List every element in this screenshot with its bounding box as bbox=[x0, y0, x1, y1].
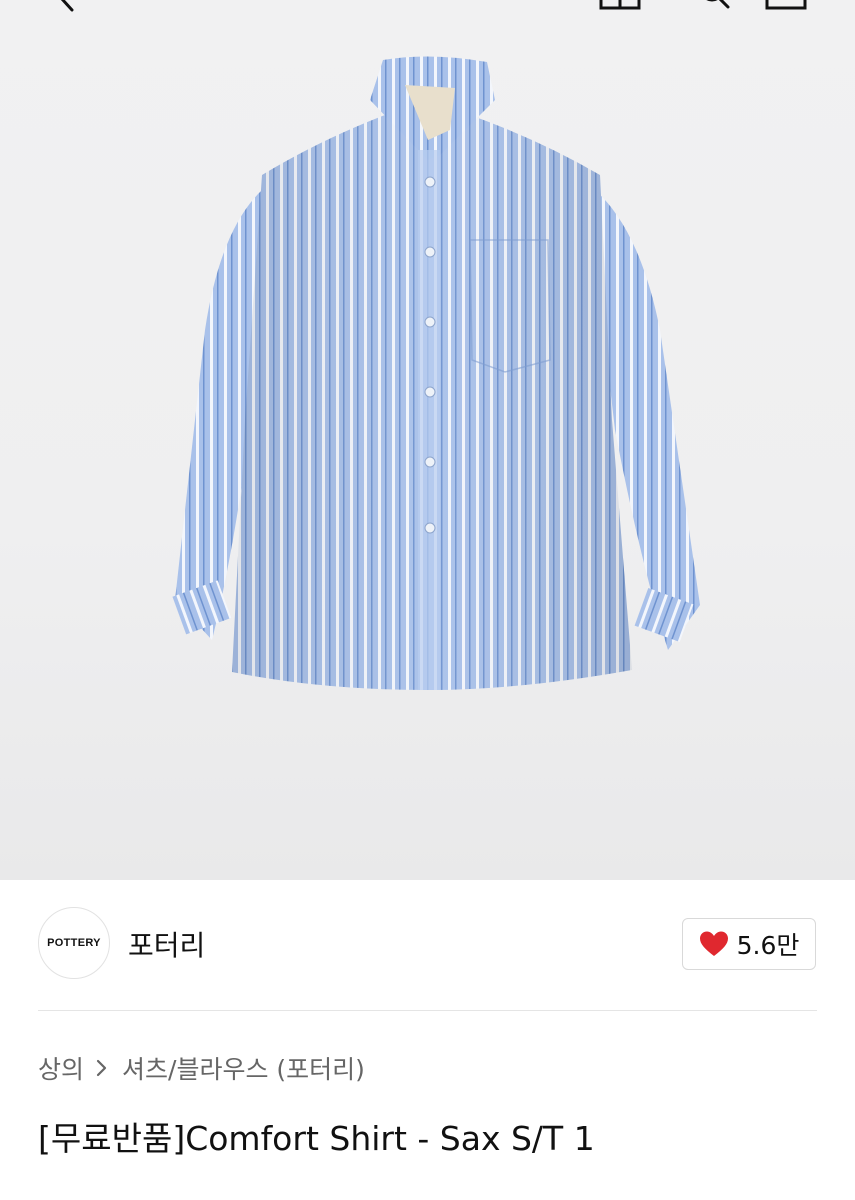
breadcrumb: 상의 셔츠/블라우스 (포터리) bbox=[38, 1050, 365, 1086]
product-image-area bbox=[0, 0, 855, 880]
search-icon[interactable] bbox=[700, 0, 734, 12]
like-button[interactable]: 5.6만 bbox=[682, 918, 816, 970]
breadcrumb-category[interactable]: 상의 bbox=[38, 1050, 84, 1086]
chevron-right-icon bbox=[96, 1059, 108, 1077]
top-bar bbox=[0, 0, 855, 12]
brand-name[interactable]: 포터리 bbox=[128, 924, 205, 964]
divider bbox=[38, 1010, 817, 1011]
breadcrumb-subcategory[interactable]: 셔츠/블라우스 (포터리) bbox=[122, 1050, 365, 1086]
back-icon[interactable] bbox=[54, 0, 80, 12]
brand-logo-text: POTTERY bbox=[47, 937, 101, 949]
shopping-bag-icon[interactable] bbox=[598, 0, 642, 12]
heart-icon bbox=[699, 931, 728, 956]
brand-row: POTTERY 포터리 5.6만 bbox=[0, 880, 855, 1010]
brand-logo[interactable]: POTTERY bbox=[38, 907, 110, 979]
product-title: [무료반품]Comfort Shirt - Sax S/T 1 bbox=[38, 1119, 595, 1158]
home-icon[interactable] bbox=[764, 0, 808, 12]
product-photo[interactable] bbox=[120, 50, 720, 700]
like-count: 5.6만 bbox=[736, 931, 800, 960]
